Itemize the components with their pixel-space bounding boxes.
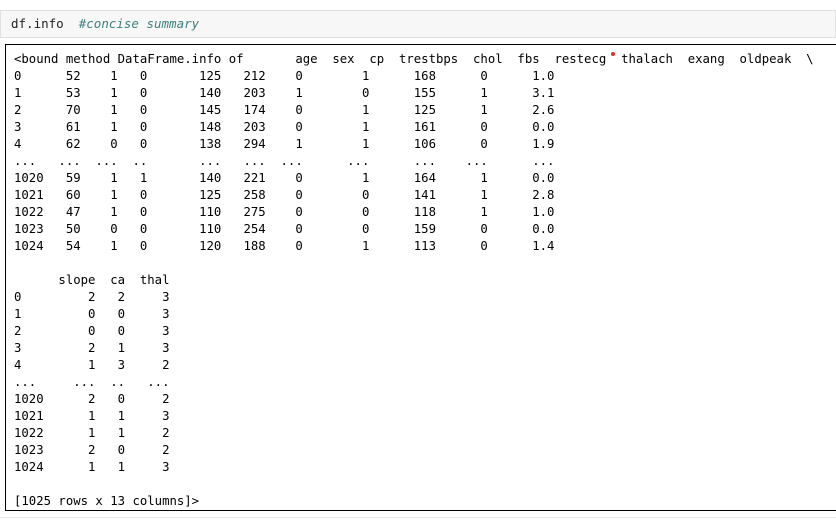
output-line: 4 1 3 2 xyxy=(14,358,170,372)
dataframe-output: <bound method DataFrame.info of age sex … xyxy=(14,51,814,510)
output-line: 1 0 0 3 xyxy=(14,307,170,321)
output-line: 3 61 1 0 148 203 0 1 161 0 0.0 xyxy=(14,120,555,134)
output-line: 1023 50 0 0 110 254 0 0 159 0 0.0 xyxy=(14,222,555,236)
output-line: <bound method DataFrame.info of age sex … xyxy=(14,52,814,66)
output-line: 1022 47 1 0 110 275 0 0 118 1 1.0 xyxy=(14,205,555,219)
output-line: 0 2 2 3 xyxy=(14,290,170,304)
output-line: slope ca thal xyxy=(14,273,170,287)
output-line: 2 70 1 0 145 174 0 1 125 1 2.6 xyxy=(14,103,555,117)
code-comment: #concise summary xyxy=(78,16,200,31)
output-line: 1021 60 1 0 125 258 0 0 141 1 2.8 xyxy=(14,188,555,202)
output-line: 1024 54 1 0 120 188 0 1 113 0 1.4 xyxy=(14,239,555,253)
output-line: 1022 1 1 2 xyxy=(14,426,170,440)
output-line: 2 0 0 3 xyxy=(14,324,170,338)
output-line: 4 62 0 0 138 294 1 1 106 0 1.9 xyxy=(14,137,555,151)
cell-divider xyxy=(0,517,836,518)
output-line: 1 53 1 0 140 203 1 0 155 1 3.1 xyxy=(14,86,555,100)
code-text: df.info xyxy=(11,16,64,31)
code-line: df.info #concise summary xyxy=(11,16,199,32)
output-line: 1023 2 0 2 xyxy=(14,443,170,457)
output-line: ... ... ... .. ... ... ... ... ... ... .… xyxy=(14,154,555,168)
cursor-marker xyxy=(611,52,615,56)
output-line: 0 52 1 0 125 212 0 1 168 0 1.0 xyxy=(14,69,555,83)
cell-output-area: <bound method DataFrame.info of age sex … xyxy=(5,44,836,511)
output-line: 1020 59 1 1 140 221 0 1 164 1 0.0 xyxy=(14,171,555,185)
output-line: ... ... .. ... xyxy=(14,375,170,389)
output-line: [1025 rows x 13 columns]> xyxy=(14,494,200,508)
output-line: 1020 2 0 2 xyxy=(14,392,170,406)
output-line: 1024 1 1 3 xyxy=(14,460,170,474)
code-input-cell[interactable]: df.info #concise summary xyxy=(0,10,836,38)
output-line: 3 2 1 3 xyxy=(14,341,170,355)
output-line: 1021 1 1 3 xyxy=(14,409,170,423)
